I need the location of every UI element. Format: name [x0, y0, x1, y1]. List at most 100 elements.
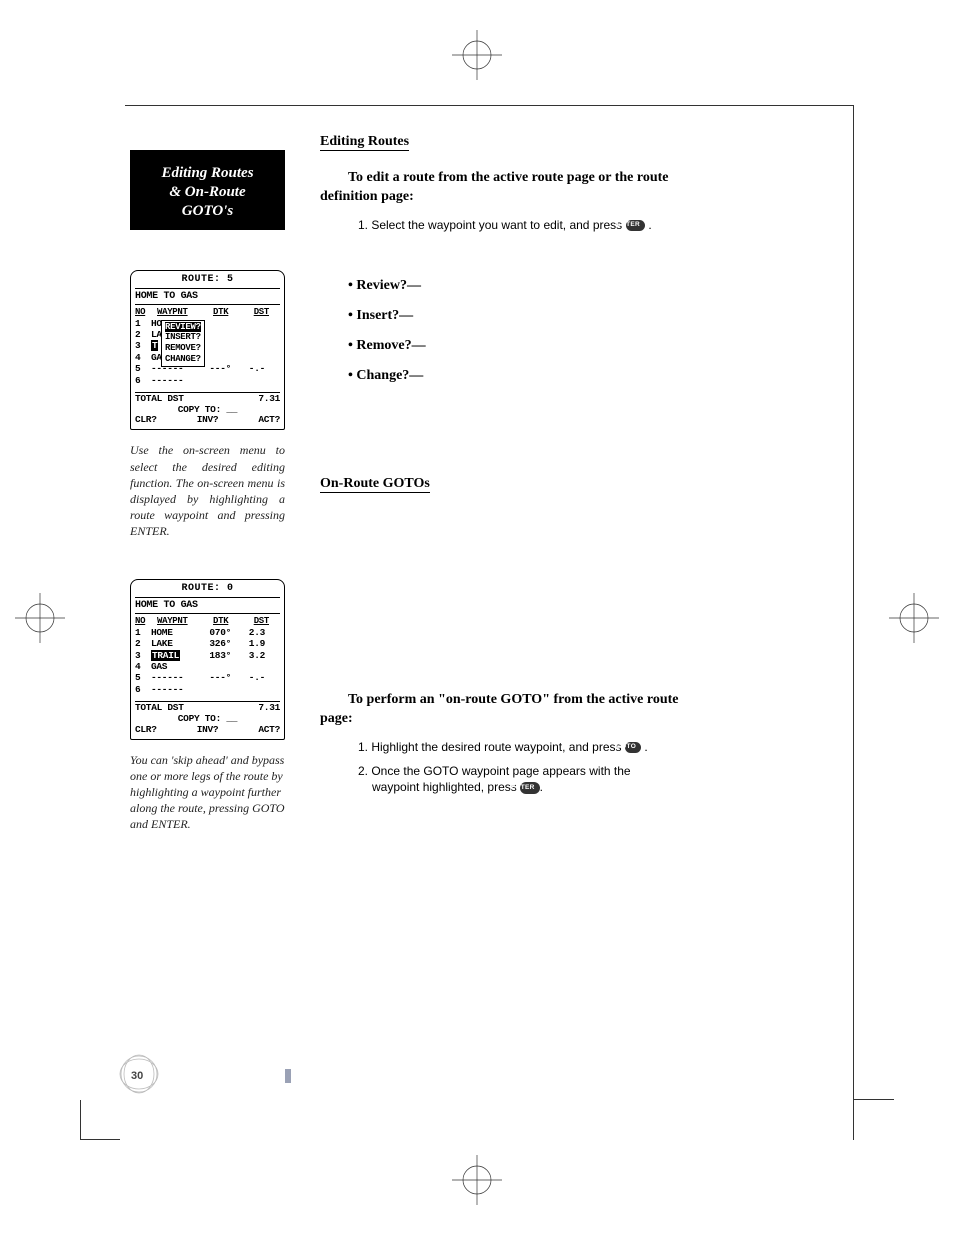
bot-opt: ACT?	[258, 415, 280, 426]
popup-item: INSERT?	[165, 332, 201, 342]
cell: -.-	[235, 363, 265, 374]
device-screen-2: ROUTE: 0 HOME TO GAS NO WAYPNT DTK DST 1…	[130, 579, 285, 739]
cell: ------	[151, 684, 195, 695]
page-number: 30	[131, 1070, 143, 1082]
step-text: 1. Highlight the desired route waypoint,…	[358, 740, 625, 754]
screen2-headers: NO WAYPNT DTK DST	[135, 616, 280, 626]
corner-mark-bl	[80, 1100, 120, 1140]
gutter-mark	[285, 1069, 291, 1083]
popup-item: CHANGE?	[165, 354, 201, 364]
enter-key-icon: ENTER	[520, 782, 540, 794]
screen1-rows: 1HOME 2LA 3T 4GA 5---------°-.- 6------ …	[135, 318, 280, 390]
hdr-dst: DST	[245, 307, 269, 317]
hdr-wp: WAYPNT	[157, 616, 209, 626]
caption-2: You can 'skip ahead' and bypass one or m…	[130, 752, 285, 833]
screen1-headers: NO WAYPNT DTK DST	[135, 307, 280, 317]
cell: 3	[135, 340, 147, 351]
goto-key-icon: GOTO	[625, 742, 641, 754]
screen2-bottom: CLR? INV? ACT?	[135, 725, 280, 736]
bullet-insert: Insert?—	[320, 308, 680, 324]
step-text: .	[645, 218, 652, 232]
step-2-goto-waypoint-page: 2. Once the GOTO waypoint page appears w…	[358, 763, 680, 795]
cell: 2	[135, 329, 147, 340]
screen1-popup-menu: REVIEW? INSERT? REMOVE? CHANGE?	[161, 320, 205, 367]
hdr-no: NO	[135, 307, 153, 317]
screen1-bottom: CLR? INV? ACT?	[135, 415, 280, 426]
edit-options-list: Review?— Insert?— Remove?— Change?—	[320, 278, 680, 384]
total-label: TOTAL DST	[135, 703, 184, 714]
cell: 5	[135, 363, 147, 374]
bot-opt: ACT?	[258, 725, 280, 736]
cell: 3	[135, 650, 147, 661]
cell: ------	[151, 375, 195, 386]
hdr-dtk: DTK	[213, 307, 241, 317]
step-text: .	[540, 780, 543, 794]
crop-mark-bottom	[452, 1155, 502, 1205]
popup-item: REMOVE?	[165, 343, 201, 353]
bot-opt: INV?	[197, 725, 219, 736]
screen1-route-name: HOME TO GAS	[135, 291, 280, 306]
hdr-wp: WAYPNT	[157, 307, 209, 317]
bot-opt: INV?	[197, 415, 219, 426]
cell: 1.9	[235, 638, 265, 649]
step-1-select-waypoint: 1. Select the waypoint you want to edit,…	[358, 217, 680, 233]
popup-item-selected: REVIEW?	[165, 322, 201, 333]
cell: 2	[135, 638, 147, 649]
instruction-edit-route: To edit a route from the active route pa…	[320, 169, 680, 207]
cell-highlight: T	[151, 340, 158, 351]
cell: 4	[135, 352, 147, 363]
bot-opt: CLR?	[135, 415, 157, 426]
crop-mark-right	[889, 593, 939, 643]
step-text: 1. Select the waypoint you want to edit,…	[358, 218, 626, 232]
corner-mark-br-v	[853, 1095, 854, 1140]
cell: LAKE	[151, 638, 195, 649]
total-label: TOTAL DST	[135, 394, 184, 405]
step-text: .	[641, 740, 648, 754]
cell: ------	[151, 672, 195, 683]
screen2-title: ROUTE: 0	[135, 583, 280, 598]
step-1-highlight-waypoint: 1. Highlight the desired route waypoint,…	[358, 739, 680, 755]
sidebar-title-line: Editing Routes	[138, 164, 277, 183]
bot-opt: CLR?	[135, 725, 157, 736]
sidebar-title-line: & On-Route	[138, 183, 277, 202]
cell: 1	[135, 627, 147, 638]
hdr-dst: DST	[245, 616, 269, 626]
crop-mark-top	[452, 30, 502, 80]
cell: 183°	[199, 650, 231, 661]
corner-mark-br-h	[854, 1099, 894, 1100]
cell: HOME	[151, 627, 195, 638]
total-value: 7.31	[258, 394, 280, 405]
cell: 326°	[199, 638, 231, 649]
crop-mark-left	[15, 593, 65, 643]
sidebar-title-line: GOTO's	[138, 202, 277, 221]
cell: 6	[135, 375, 147, 386]
screen2-total: TOTAL DST 7.31	[135, 701, 280, 714]
screen2-rows: 1HOME070°2.3 2LAKE326°1.9 3TRAIL183°3.2 …	[135, 627, 280, 699]
cell: GAS	[151, 661, 195, 672]
cell: 3.2	[235, 650, 265, 661]
sidebar-title-tab: Editing Routes & On-Route GOTO's	[130, 150, 285, 230]
screen1-title: ROUTE: 5	[135, 274, 280, 289]
instruction-on-route-goto: To perform an "on-route GOTO" from the a…	[320, 691, 680, 729]
device-screen-1: ROUTE: 5 HOME TO GAS NO WAYPNT DTK DST 1…	[130, 270, 285, 430]
bullet-review: Review?—	[320, 278, 680, 294]
total-value: 7.31	[258, 703, 280, 714]
cell-highlight: TRAIL	[151, 650, 180, 661]
caption-1: Use the on-screen menu to select the des…	[130, 442, 285, 539]
hdr-dtk: DTK	[213, 616, 241, 626]
cell: 1	[135, 318, 147, 329]
cell: ---°	[199, 672, 231, 683]
enter-key-icon: ENTER	[626, 220, 646, 232]
cell: 4	[135, 661, 147, 672]
cell: 5	[135, 672, 147, 683]
hdr-no: NO	[135, 616, 153, 626]
bullet-change: Change?—	[320, 368, 680, 384]
screen1-total: TOTAL DST 7.31	[135, 392, 280, 405]
cell: 6	[135, 684, 147, 695]
cell: 2.3	[235, 627, 265, 638]
screen2-route-name: HOME TO GAS	[135, 600, 280, 615]
heading-editing-routes: Editing Routes	[320, 134, 409, 151]
bullet-remove: Remove?—	[320, 338, 680, 354]
heading-on-route-gotos: On-Route GOTOs	[320, 476, 430, 493]
step-text: 2. Once the GOTO waypoint page appears w…	[358, 764, 631, 794]
